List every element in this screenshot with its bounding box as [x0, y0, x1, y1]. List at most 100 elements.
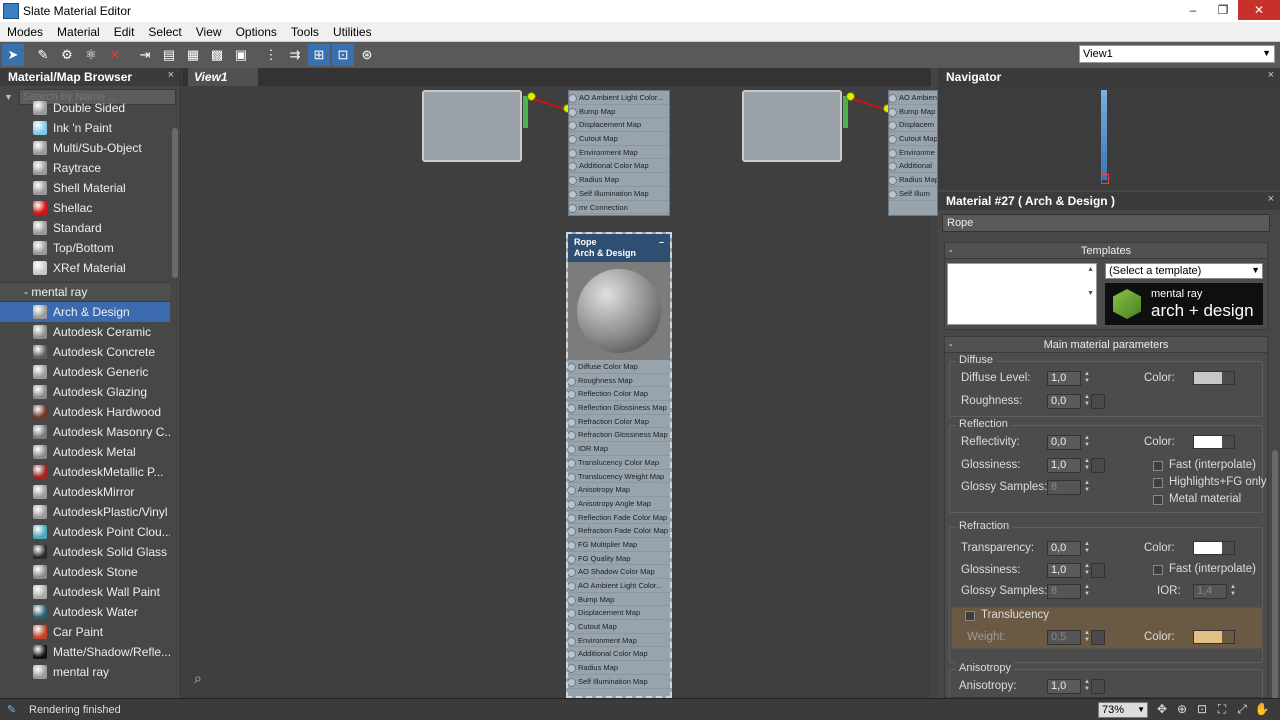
- node-slot[interactable]: Translucency Weight Map: [568, 470, 670, 484]
- list-item[interactable]: Ink 'n Paint: [0, 118, 170, 138]
- refraction-glossiness-spinner[interactable]: ▲ ▼: [1083, 563, 1091, 578]
- node-slot[interactable]: Translucency Color Map: [568, 456, 670, 470]
- list-item[interactable]: Car Paint: [0, 622, 170, 642]
- zoom-icon[interactable]: ⊕: [1172, 702, 1192, 718]
- node-slot[interactable]: Self Illumination Map: [568, 675, 670, 689]
- node-slot[interactable]: Environment Map: [569, 146, 669, 160]
- list-item[interactable]: Double Sided: [0, 98, 170, 118]
- list-item[interactable]: mental ray: [0, 662, 170, 682]
- layout-vertical-icon[interactable]: ⋮: [260, 44, 282, 66]
- list-item[interactable]: Top/Bottom: [0, 238, 170, 258]
- list-item[interactable]: Arch & Design: [0, 302, 170, 322]
- anisotropy-spinner[interactable]: ▲ ▼: [1083, 679, 1091, 694]
- navigator-close-icon[interactable]: ×: [1268, 69, 1274, 81]
- node-slot[interactable]: Radius Map: [889, 173, 937, 187]
- menu-select[interactable]: Select: [141, 25, 188, 39]
- list-item[interactable]: Autodesk Hardwood: [0, 402, 170, 422]
- zoom-extents-icon[interactable]: ⛶: [1212, 702, 1232, 718]
- node-slot[interactable]: Displacement Map: [569, 118, 669, 133]
- ior-spinner[interactable]: ▲ ▼: [1229, 584, 1237, 599]
- list-item[interactable]: Shellac: [0, 198, 170, 218]
- translucency-weight-map-button[interactable]: [1091, 630, 1105, 645]
- diffuse-color-swatch[interactable]: [1193, 371, 1235, 385]
- pan-icon[interactable]: ✥: [1152, 702, 1172, 718]
- node-slot[interactable]: Reflection Color Map: [568, 387, 670, 402]
- refraction-glossiness-input[interactable]: 1,0: [1047, 563, 1081, 578]
- material-node-right[interactable]: AO Ambient Bump Map Displacem Cutout Map Env…: [888, 90, 938, 216]
- browser-close-icon[interactable]: ×: [168, 69, 174, 81]
- pick-material-icon[interactable]: ✎: [32, 44, 54, 66]
- templates-rollout-title[interactable]: - Templates: [945, 243, 1267, 259]
- list-item[interactable]: AutodeskPlastic/Vinyl: [0, 502, 170, 522]
- parameter-close-icon[interactable]: ×: [1268, 193, 1274, 205]
- move-children-icon[interactable]: ⇥: [134, 44, 156, 66]
- list-item[interactable]: Autodesk Water: [0, 602, 170, 622]
- close-button[interactable]: ✕: [1238, 0, 1280, 20]
- list-item[interactable]: Autodesk Masonry C...: [0, 422, 170, 442]
- anisotropy-map-button[interactable]: [1091, 679, 1105, 694]
- binoculars-icon[interactable]: ⌕: [194, 670, 202, 687]
- node-slot[interactable]: Environme: [889, 146, 937, 160]
- node-slot[interactable]: mr Connection: [569, 201, 669, 215]
- node-slot[interactable]: Cutout Map: [889, 132, 937, 146]
- map-node-thumbnail-right[interactable]: [742, 90, 842, 162]
- menu-material[interactable]: Material: [50, 25, 107, 39]
- list-item[interactable]: Autodesk Point Clou...: [0, 522, 170, 542]
- minimize-button[interactable]: –: [1178, 0, 1208, 20]
- list-item[interactable]: Autodesk Generic: [0, 362, 170, 382]
- list-item[interactable]: Multi/Sub-Object: [0, 138, 170, 158]
- node-slot[interactable]: Cutout Map: [569, 132, 669, 146]
- node-slot[interactable]: AO Ambient: [889, 91, 937, 105]
- list-item[interactable]: XRef Material: [0, 258, 170, 278]
- node-slot[interactable]: Bump Map: [568, 593, 670, 607]
- reflection-glossiness-spinner[interactable]: ▲ ▼: [1083, 458, 1091, 473]
- ior-input[interactable]: 1,4: [1193, 584, 1227, 599]
- node-slot[interactable]: AO Shadow Color Map: [568, 565, 670, 579]
- node-slot[interactable]: IOR Map: [568, 442, 670, 456]
- rope-node-header[interactable]: Rope Arch & Design –: [568, 234, 670, 262]
- reflection-fast-checkbox[interactable]: [1153, 461, 1163, 471]
- menu-edit[interactable]: Edit: [107, 25, 142, 39]
- roughness-spinner[interactable]: ▲ ▼: [1083, 394, 1091, 409]
- layout-children-icon[interactable]: ⊞: [308, 44, 330, 66]
- menu-modes[interactable]: Modes: [0, 25, 50, 39]
- list-item[interactable]: AutodeskMetallic P...: [0, 462, 170, 482]
- transparency-spinner[interactable]: ▲ ▼: [1083, 541, 1091, 556]
- zoom-dropdown[interactable]: 73%: [1098, 702, 1148, 718]
- highlights-fg-checkbox[interactable]: [1153, 478, 1163, 488]
- background-icon[interactable]: ▩: [206, 44, 228, 66]
- node-slot[interactable]: Environment Map: [568, 634, 670, 648]
- node-slot[interactable]: Reflection Fade Color Map: [568, 511, 670, 525]
- node-slot[interactable]: Additional Color Map: [569, 159, 669, 174]
- node-slot[interactable]: Diffuse Color Map: [568, 360, 670, 374]
- anisotropy-input[interactable]: 1,0: [1047, 679, 1081, 694]
- material-name-field[interactable]: Rope: [942, 214, 1270, 232]
- node-view[interactable]: View1 AO Ambient Light Color... Bump Map D…: [182, 68, 938, 698]
- list-item[interactable]: Autodesk Ceramic: [0, 322, 170, 342]
- menu-options[interactable]: Options: [229, 25, 284, 39]
- main-params-title[interactable]: - Main material parameters: [945, 337, 1267, 353]
- refraction-glossiness-map-button[interactable]: [1091, 563, 1105, 578]
- list-item[interactable]: Autodesk Concrete: [0, 342, 170, 362]
- node-slot[interactable]: Radius Map: [568, 661, 670, 675]
- reflectivity-input[interactable]: 0,0: [1047, 435, 1081, 450]
- node-slot[interactable]: Radius Map: [569, 173, 669, 187]
- node-slot[interactable]: Cutout Map: [568, 620, 670, 634]
- roughness-map-button[interactable]: [1091, 394, 1105, 409]
- refraction-samples-input[interactable]: 8: [1047, 584, 1081, 599]
- pan-to-selected-icon[interactable]: ✋: [1252, 702, 1272, 718]
- menu-tools[interactable]: Tools: [284, 25, 326, 39]
- delete-icon[interactable]: ✕: [104, 44, 126, 66]
- refraction-fast-checkbox[interactable]: [1153, 565, 1163, 575]
- node-slot[interactable]: Additional Color Map: [568, 647, 670, 662]
- reflectivity-spinner[interactable]: ▲ ▼: [1083, 435, 1091, 450]
- navigator-view[interactable]: [938, 86, 1280, 190]
- menu-view[interactable]: View: [189, 25, 229, 39]
- assign-material-icon[interactable]: ⚛: [80, 44, 102, 66]
- translucency-color-swatch[interactable]: [1193, 630, 1235, 644]
- material-node-top[interactable]: AO Ambient Light Color... Bump Map Displac…: [568, 90, 670, 216]
- zoom-selected-icon[interactable]: ⤢: [1232, 702, 1252, 718]
- translucency-weight-spinner[interactable]: ▲ ▼: [1083, 630, 1091, 645]
- refraction-samples-spinner[interactable]: ▲ ▼: [1083, 584, 1091, 599]
- node-slot[interactable]: Reflection Glossiness Map: [568, 401, 670, 415]
